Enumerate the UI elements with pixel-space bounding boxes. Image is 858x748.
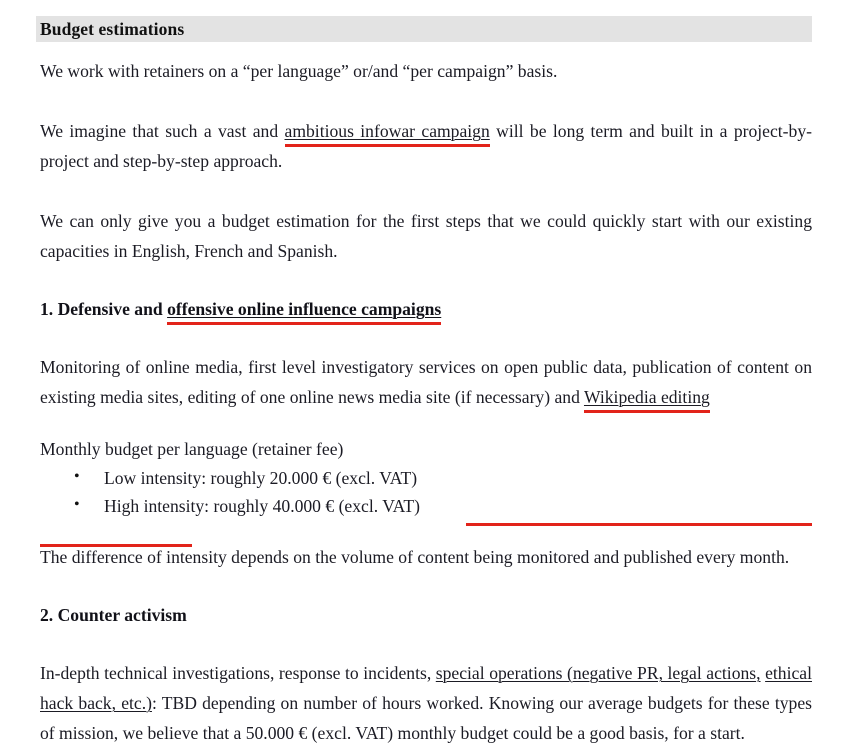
paragraph-monitoring: Monitoring of online media, first level … [40,352,812,412]
section-heading-1-prefix: 1. Defensive and [40,299,168,319]
annotated-phrase-special-operations: special operations (negative PR, legal a… [435,663,761,683]
document-body: We work with retainers on a “per languag… [40,56,812,748]
paragraph-estimation: We can only give you a budget estimation… [40,211,812,261]
annotated-phrase-wikipedia-editing: Wikipedia editing [583,387,710,407]
paragraph-imagine: We imagine that such a vast and ambitiou… [40,116,812,176]
budget-bullet-list: Low intensity: roughly 20.000 € (excl. V… [40,463,812,520]
section-heading-1: 1. Defensive and offensive online influe… [40,296,812,322]
paragraph-counter-activism: In-depth technical investigations, respo… [40,658,812,748]
red-underline-ethical-hack-back [40,544,192,547]
paragraph-imagine-pre: We imagine that such a vast and [40,121,285,141]
red-underline-special-operations [466,523,812,526]
paragraph-counter-pre: In-depth technical investigations, respo… [40,663,436,683]
section-heading-2-prefix: 2. Counter activism [40,605,187,625]
document-page: Budget estimations We work with retainer… [0,0,858,743]
annotated-phrase-ambitious-infowar-campaign: ambitious infowar campaign [284,121,490,141]
annotated-phrase-offensive-online-influence-campaigns: offensive online influence campaigns [167,299,442,319]
list-item: High intensity: roughly 40.000 € (excl. … [74,491,812,520]
list-item: Low intensity: roughly 20.000 € (excl. V… [74,463,812,492]
page-title: Budget estimations [40,19,185,39]
paragraph-counter-post: : TBD depending on number of hours worke… [40,693,812,743]
monthly-budget-label: Monthly budget per language (retainer fe… [40,439,344,459]
paragraph-retainers: We work with retainers on a “per languag… [40,61,558,81]
